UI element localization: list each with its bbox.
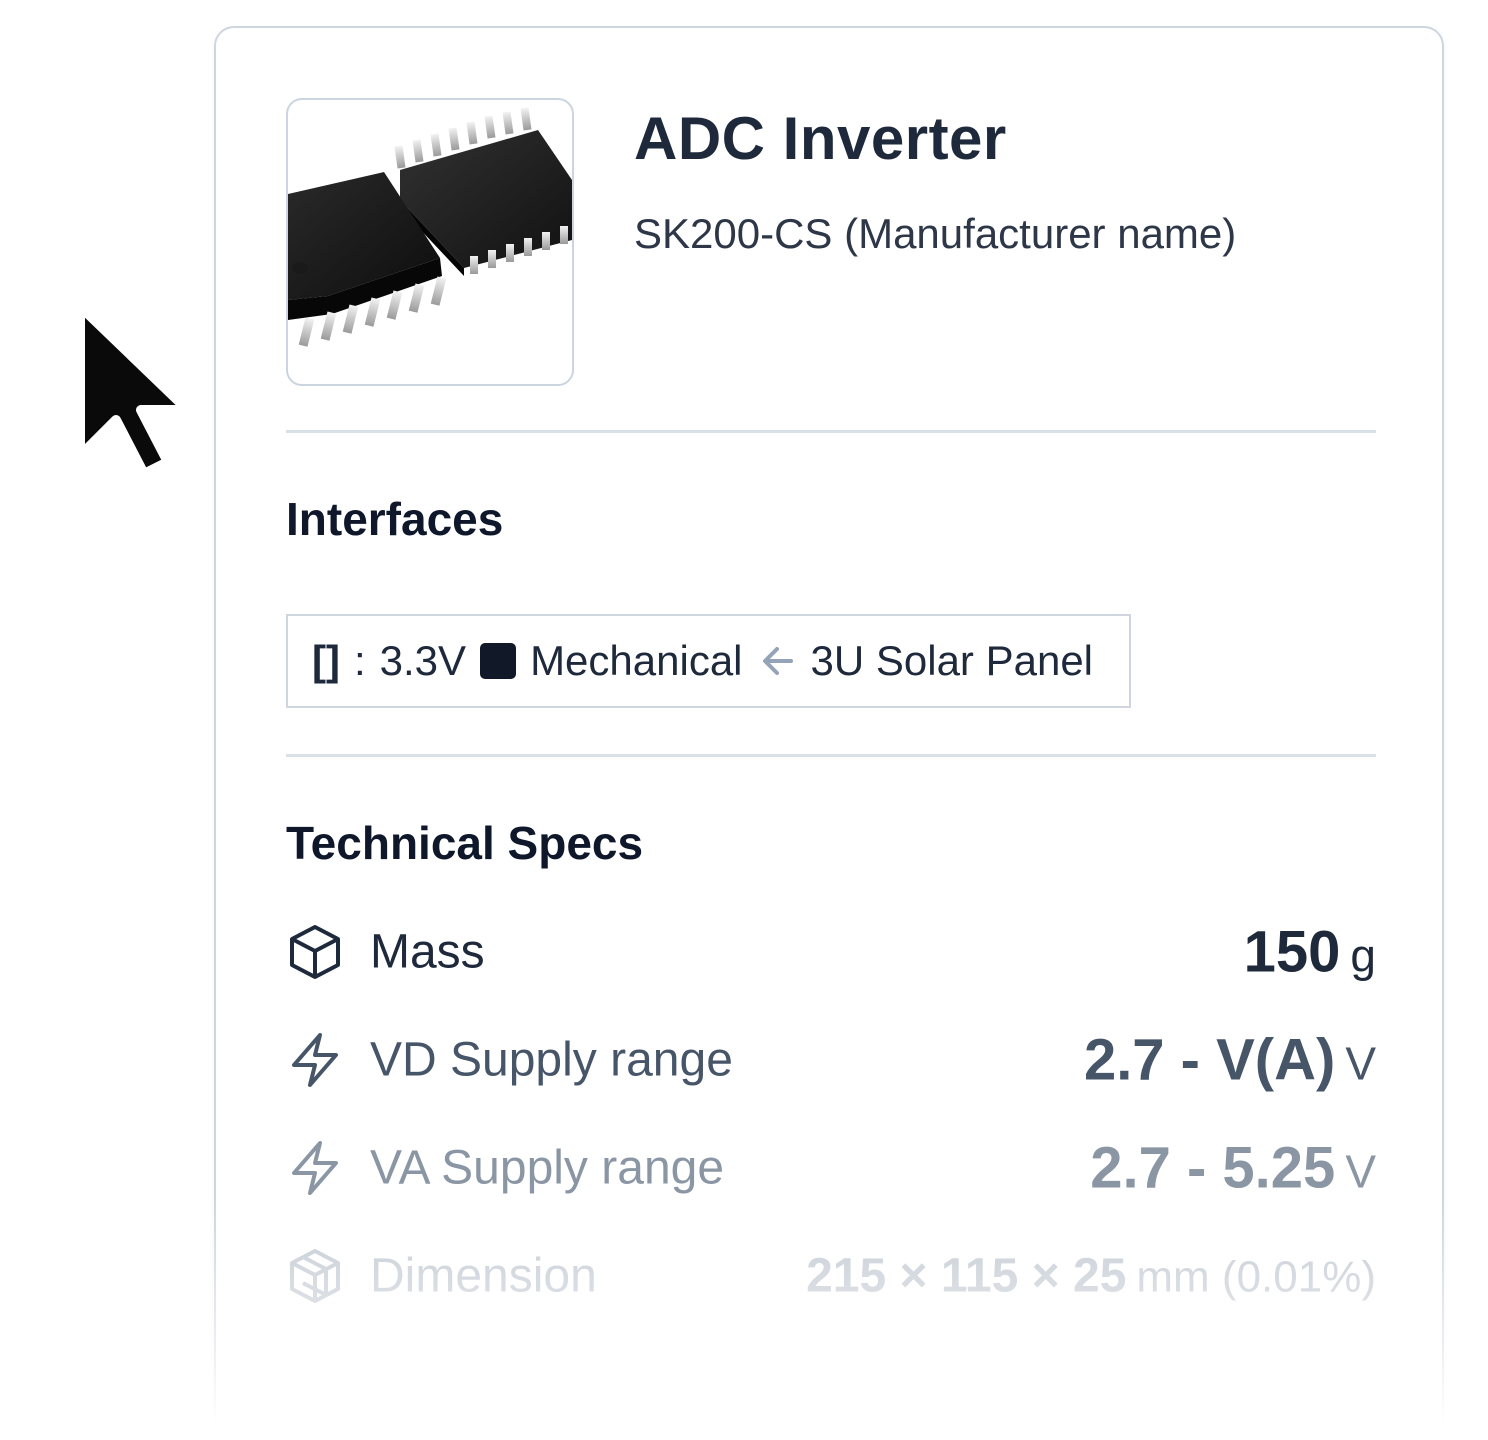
interface-type: Mechanical — [530, 637, 743, 684]
spec-row-va-supply: VA Supply range 2.7 - 5.25 V — [286, 1128, 1376, 1208]
mouse-cursor-icon — [75, 301, 193, 479]
interface-voltage: 3.3V — [379, 637, 467, 684]
spec-unit: mm (0.01%) — [1136, 1252, 1376, 1302]
component-image[interactable] — [286, 98, 574, 386]
component-subtitle: SK200-CS (Manufacturer name) — [634, 210, 1237, 257]
spec-value-wrap: 2.7 - 5.25 V — [1090, 1135, 1376, 1202]
interface-target[interactable]: 3U Solar Panel — [811, 637, 1094, 685]
filled-square-icon — [480, 643, 517, 679]
component-title: ADC Inverter — [634, 105, 1007, 172]
lightning-icon — [292, 1033, 338, 1087]
spec-value: 2.7 - V(A) — [1083, 1027, 1336, 1093]
interface-chip[interactable]: [] : 3.3V Mechanical 3U Solar Panel — [286, 614, 1131, 708]
spec-unit: V — [1345, 1037, 1376, 1090]
lightning-icon — [292, 1141, 338, 1195]
spec-value-wrap: 2.7 - V(A) V — [1084, 1027, 1376, 1094]
interface-separator: : — [353, 637, 366, 684]
spec-label: Mass — [370, 925, 485, 979]
spec-value-wrap: 150 g — [1244, 919, 1376, 986]
interfaces-heading: Interfaces — [286, 493, 504, 545]
spec-value: 150 — [1243, 919, 1341, 985]
spec-unit: V — [1345, 1145, 1376, 1198]
spec-row-mass: Mass 150 g — [286, 912, 1376, 992]
spec-value: 2.7 - 5.25 — [1090, 1135, 1336, 1201]
spec-value-wrap: 215 × 115 × 25 mm (0.01%) — [806, 1249, 1376, 1304]
interface-bracket: [] — [312, 637, 340, 684]
spec-row-vd-supply: VD Supply range 2.7 - V(A) V — [286, 1020, 1376, 1100]
technical-specs-heading: Technical Specs — [286, 817, 644, 869]
stage: ADC Inverter SK200-CS (Manufacturer name… — [0, 0, 1488, 1440]
component-card[interactable]: ADC Inverter SK200-CS (Manufacturer name… — [214, 26, 1444, 1440]
divider — [286, 430, 1376, 433]
spec-unit: g — [1350, 929, 1376, 982]
spec-label: VA Supply range — [370, 1141, 725, 1195]
chip-photo-icon — [288, 107, 572, 347]
spec-row-dimension: Dimension 215 × 115 × 25 mm (0.01%) — [286, 1236, 1376, 1316]
dimension-cube-icon — [290, 1249, 340, 1303]
spec-label: VD Supply range — [370, 1033, 733, 1087]
arrow-left-icon — [762, 647, 793, 675]
spec-label: Dimension — [370, 1249, 597, 1303]
spec-value: 215 × 115 × 25 — [806, 1249, 1127, 1303]
cube-icon — [290, 925, 340, 979]
divider — [286, 754, 1376, 757]
